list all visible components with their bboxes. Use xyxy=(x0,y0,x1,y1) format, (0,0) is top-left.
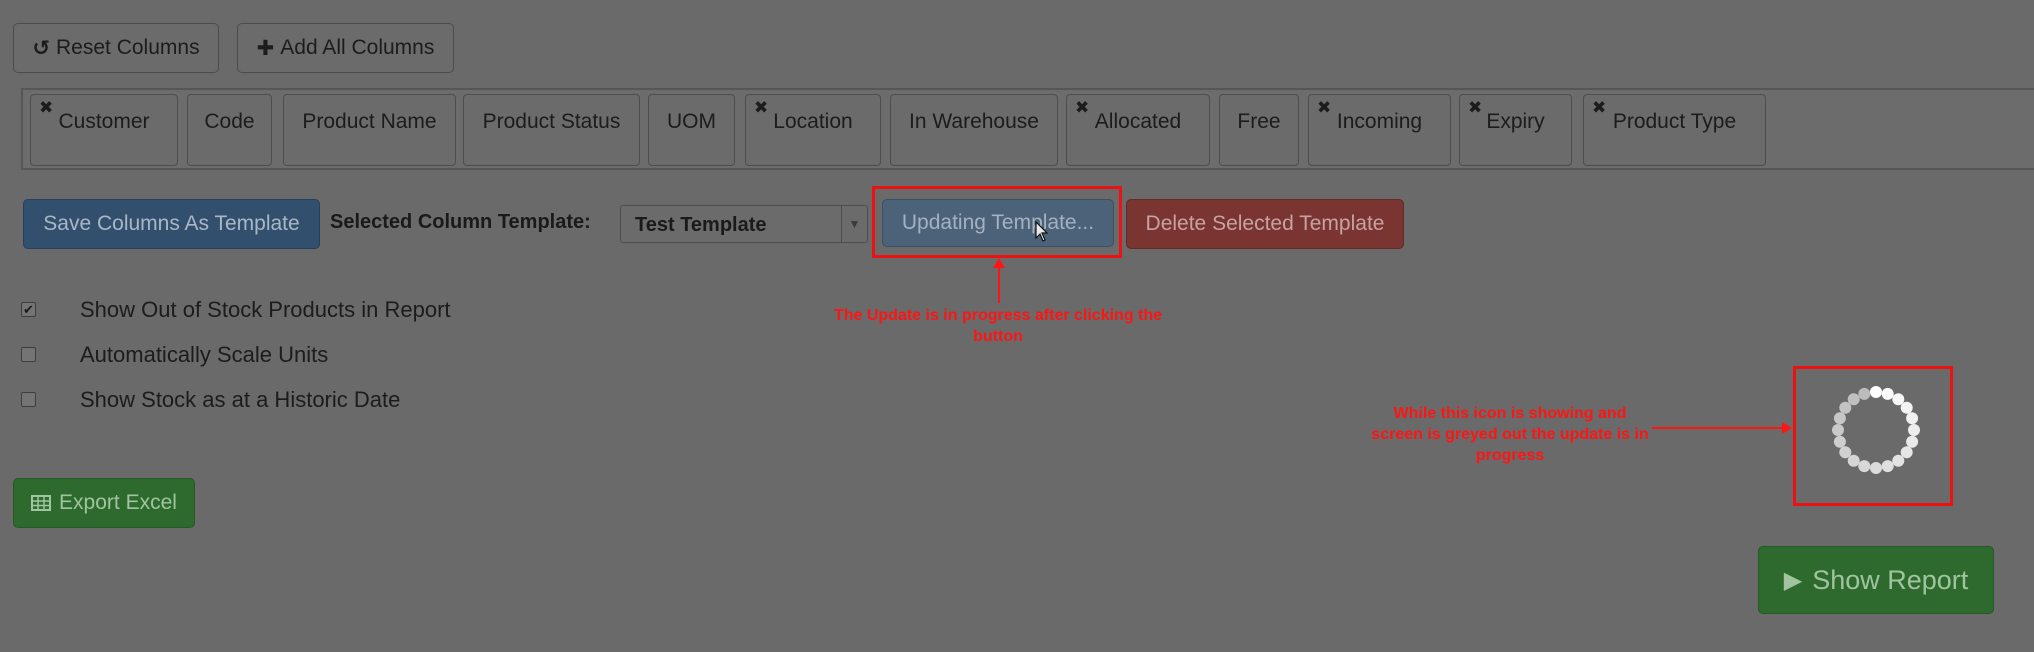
column-chip-label: Product Name xyxy=(302,110,437,133)
column-chip-customer[interactable]: ✖ Customer xyxy=(30,94,178,166)
selected-template-label: Selected Column Template: xyxy=(330,211,591,233)
delete-template-label: Delete Selected Template xyxy=(1145,212,1385,235)
reset-columns-label: Reset Columns xyxy=(56,36,200,59)
plus-icon: ✚ xyxy=(256,36,275,60)
save-template-label: Save Columns As Template xyxy=(43,212,300,235)
column-chip-product-type[interactable]: ✖ Product Type xyxy=(1583,94,1766,166)
delete-selected-template-button[interactable]: Delete Selected Template xyxy=(1126,199,1404,249)
selected-template-value: Test Template xyxy=(635,214,767,236)
spinner-dot xyxy=(1847,393,1860,406)
add-all-columns-label: Add All Columns xyxy=(280,36,435,59)
play-icon: ▶ xyxy=(1783,566,1803,594)
column-chip-label: In Warehouse xyxy=(909,110,1039,133)
option-checkbox[interactable]: ✔ xyxy=(21,302,36,317)
spinner-dot xyxy=(1900,401,1913,414)
spinner-dot xyxy=(1906,412,1919,425)
update-arrow-line xyxy=(998,263,1000,303)
column-chip-label: UOM xyxy=(667,110,716,133)
spinner-dot xyxy=(1839,446,1852,459)
spinner-dot xyxy=(1881,387,1894,400)
export-excel-button[interactable]: Export Excel xyxy=(13,478,195,528)
add-all-columns-button[interactable]: ✚ Add All Columns xyxy=(237,23,454,73)
column-chip-uom[interactable]: UOM xyxy=(648,94,735,166)
spinner-dot xyxy=(1881,460,1894,473)
update-progress-note: The Update is in progress after clicking… xyxy=(833,307,1163,345)
column-chip-allocated[interactable]: ✖ Allocated xyxy=(1066,94,1210,166)
spinner-dot xyxy=(1832,424,1844,436)
column-chip-free[interactable]: Free xyxy=(1219,94,1299,166)
column-chip-label: Free xyxy=(1237,110,1281,133)
column-chip-in-warehouse[interactable]: In Warehouse xyxy=(890,94,1058,166)
column-chip-label: Incoming xyxy=(1336,110,1423,133)
spinner-progress-note: While this icon is showing and screen is… xyxy=(1371,405,1649,464)
option-label: Show Stock as at a Historic Date xyxy=(80,387,401,412)
option-label: Automatically Scale Units xyxy=(80,342,329,367)
column-chip-label: Expiry xyxy=(1486,110,1545,133)
column-chip-code[interactable]: Code xyxy=(187,94,272,166)
spinner-dot xyxy=(1870,386,1882,398)
column-chip-incoming[interactable]: ✖ Incoming xyxy=(1308,94,1451,166)
loading-spinner-icon xyxy=(1832,386,1920,474)
spinner-dot xyxy=(1858,460,1871,473)
column-chip-location[interactable]: ✖ Location xyxy=(745,94,881,166)
column-chip-label: Code xyxy=(204,110,255,133)
save-columns-as-template-button[interactable]: Save Columns As Template xyxy=(23,199,320,249)
show-report-button[interactable]: ▶ Show Report xyxy=(1758,546,1994,614)
show-report-label: Show Report xyxy=(1812,564,1969,595)
column-chip-label: Allocated xyxy=(1094,110,1182,133)
spinner-dot xyxy=(1833,412,1846,425)
option-checkbox[interactable] xyxy=(21,392,36,407)
spinner-dot xyxy=(1858,387,1871,400)
column-chip-label: Product Status xyxy=(482,110,621,133)
arrow-right-icon xyxy=(1782,422,1792,434)
column-chip-label: Location xyxy=(773,110,853,133)
column-chip-expiry[interactable]: ✖ Expiry xyxy=(1459,94,1572,166)
undo-icon: ↺ xyxy=(32,36,51,60)
arrow-up-icon xyxy=(993,258,1005,268)
column-chip-product-status[interactable]: Product Status xyxy=(463,94,640,166)
spinner-dot xyxy=(1908,424,1920,436)
reset-columns-button[interactable]: ↺ Reset Columns xyxy=(13,23,219,73)
table-icon xyxy=(31,495,52,511)
column-template-select[interactable]: Test Template ▼ xyxy=(620,205,868,243)
update-button-highlight xyxy=(872,186,1122,258)
spinner-arrow-line xyxy=(1652,427,1785,429)
export-excel-label: Export Excel xyxy=(59,491,177,514)
spinner-dot xyxy=(1870,462,1882,474)
chevron-down-icon: ▼ xyxy=(841,206,867,242)
column-chip-label: Customer xyxy=(58,110,150,133)
column-chip-product-name[interactable]: Product Name xyxy=(283,94,456,166)
option-checkbox[interactable] xyxy=(21,347,36,362)
column-chip-label: Product Type xyxy=(1612,110,1737,133)
option-label: Show Out of Stock Products in Report xyxy=(80,297,451,322)
spinner-dot xyxy=(1892,454,1905,467)
spinner-dot xyxy=(1833,435,1846,448)
spinner-dot xyxy=(1906,435,1919,448)
